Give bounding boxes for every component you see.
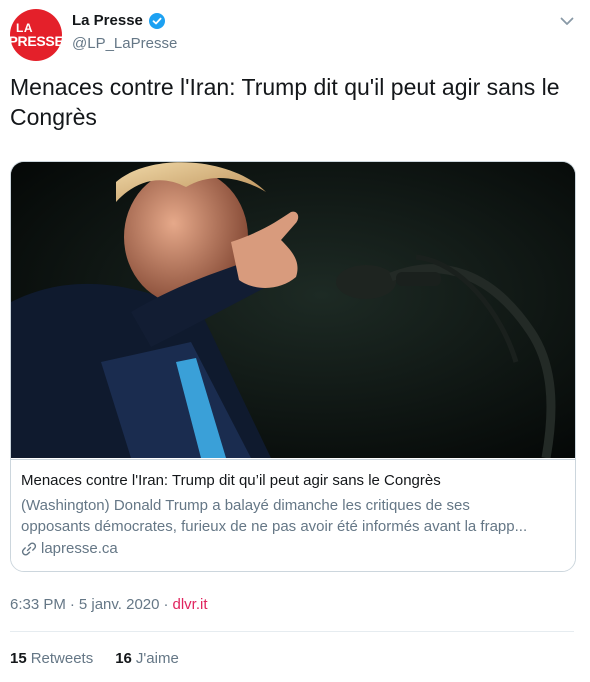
chevron-down-icon[interactable] <box>558 12 576 30</box>
divider <box>10 631 574 632</box>
card-title[interactable]: Menaces contre l'Iran: Trump dit qu’il p… <box>21 472 441 489</box>
tweet-time[interactable]: 6:33 PM <box>10 596 66 613</box>
meta-separator: · <box>69 596 75 613</box>
tweet-date[interactable]: 5 janv. 2020 <box>79 596 160 613</box>
tweet-meta: 6:33 PM · 5 janv. 2020 · dlvr.it <box>10 596 208 613</box>
avatar[interactable]: LA PRESSE <box>8 9 64 61</box>
author-handle[interactable]: @LP_LaPresse <box>72 35 177 52</box>
photo-trump-icon <box>11 162 575 459</box>
likes-stat[interactable]: 16 J'aime <box>115 650 179 667</box>
author-name-row: La Presse <box>72 12 165 29</box>
meta-separator: · <box>163 596 169 613</box>
author-name[interactable]: La Presse <box>72 12 143 29</box>
card-description-line: opposants démocrates, furieux de ne pas … <box>21 518 528 535</box>
retweets-stat[interactable]: 15 Retweets <box>10 650 93 667</box>
card-image <box>11 162 575 459</box>
card-description: (Washington) Donald Trump a balayé diman… <box>21 495 566 537</box>
link-icon <box>21 542 37 555</box>
tweet-stats: 15 Retweets 16 J'aime <box>10 650 179 667</box>
avatar-text-presse: PRESSE <box>8 33 64 49</box>
card-body[interactable]: Menaces contre l'Iran: Trump dit qu’il p… <box>11 459 575 571</box>
likes-label: J'aime <box>135 650 179 667</box>
verified-badge-icon <box>148 12 165 29</box>
card-domain[interactable]: lapresse.ca <box>21 540 118 557</box>
retweets-label: Retweets <box>30 650 94 667</box>
tweet-source[interactable]: dlvr.it <box>173 596 208 613</box>
card-description-line: (Washington) Donald Trump a balayé diman… <box>21 497 470 514</box>
link-card[interactable]: Menaces contre l'Iran: Trump dit qu’il p… <box>10 161 576 572</box>
tweet-text: Menaces contre l'Iran: Trump dit qu'il p… <box>10 74 560 130</box>
likes-count: 16 <box>115 650 132 667</box>
card-domain-text: lapresse.ca <box>41 540 118 557</box>
retweets-count: 15 <box>10 650 27 667</box>
